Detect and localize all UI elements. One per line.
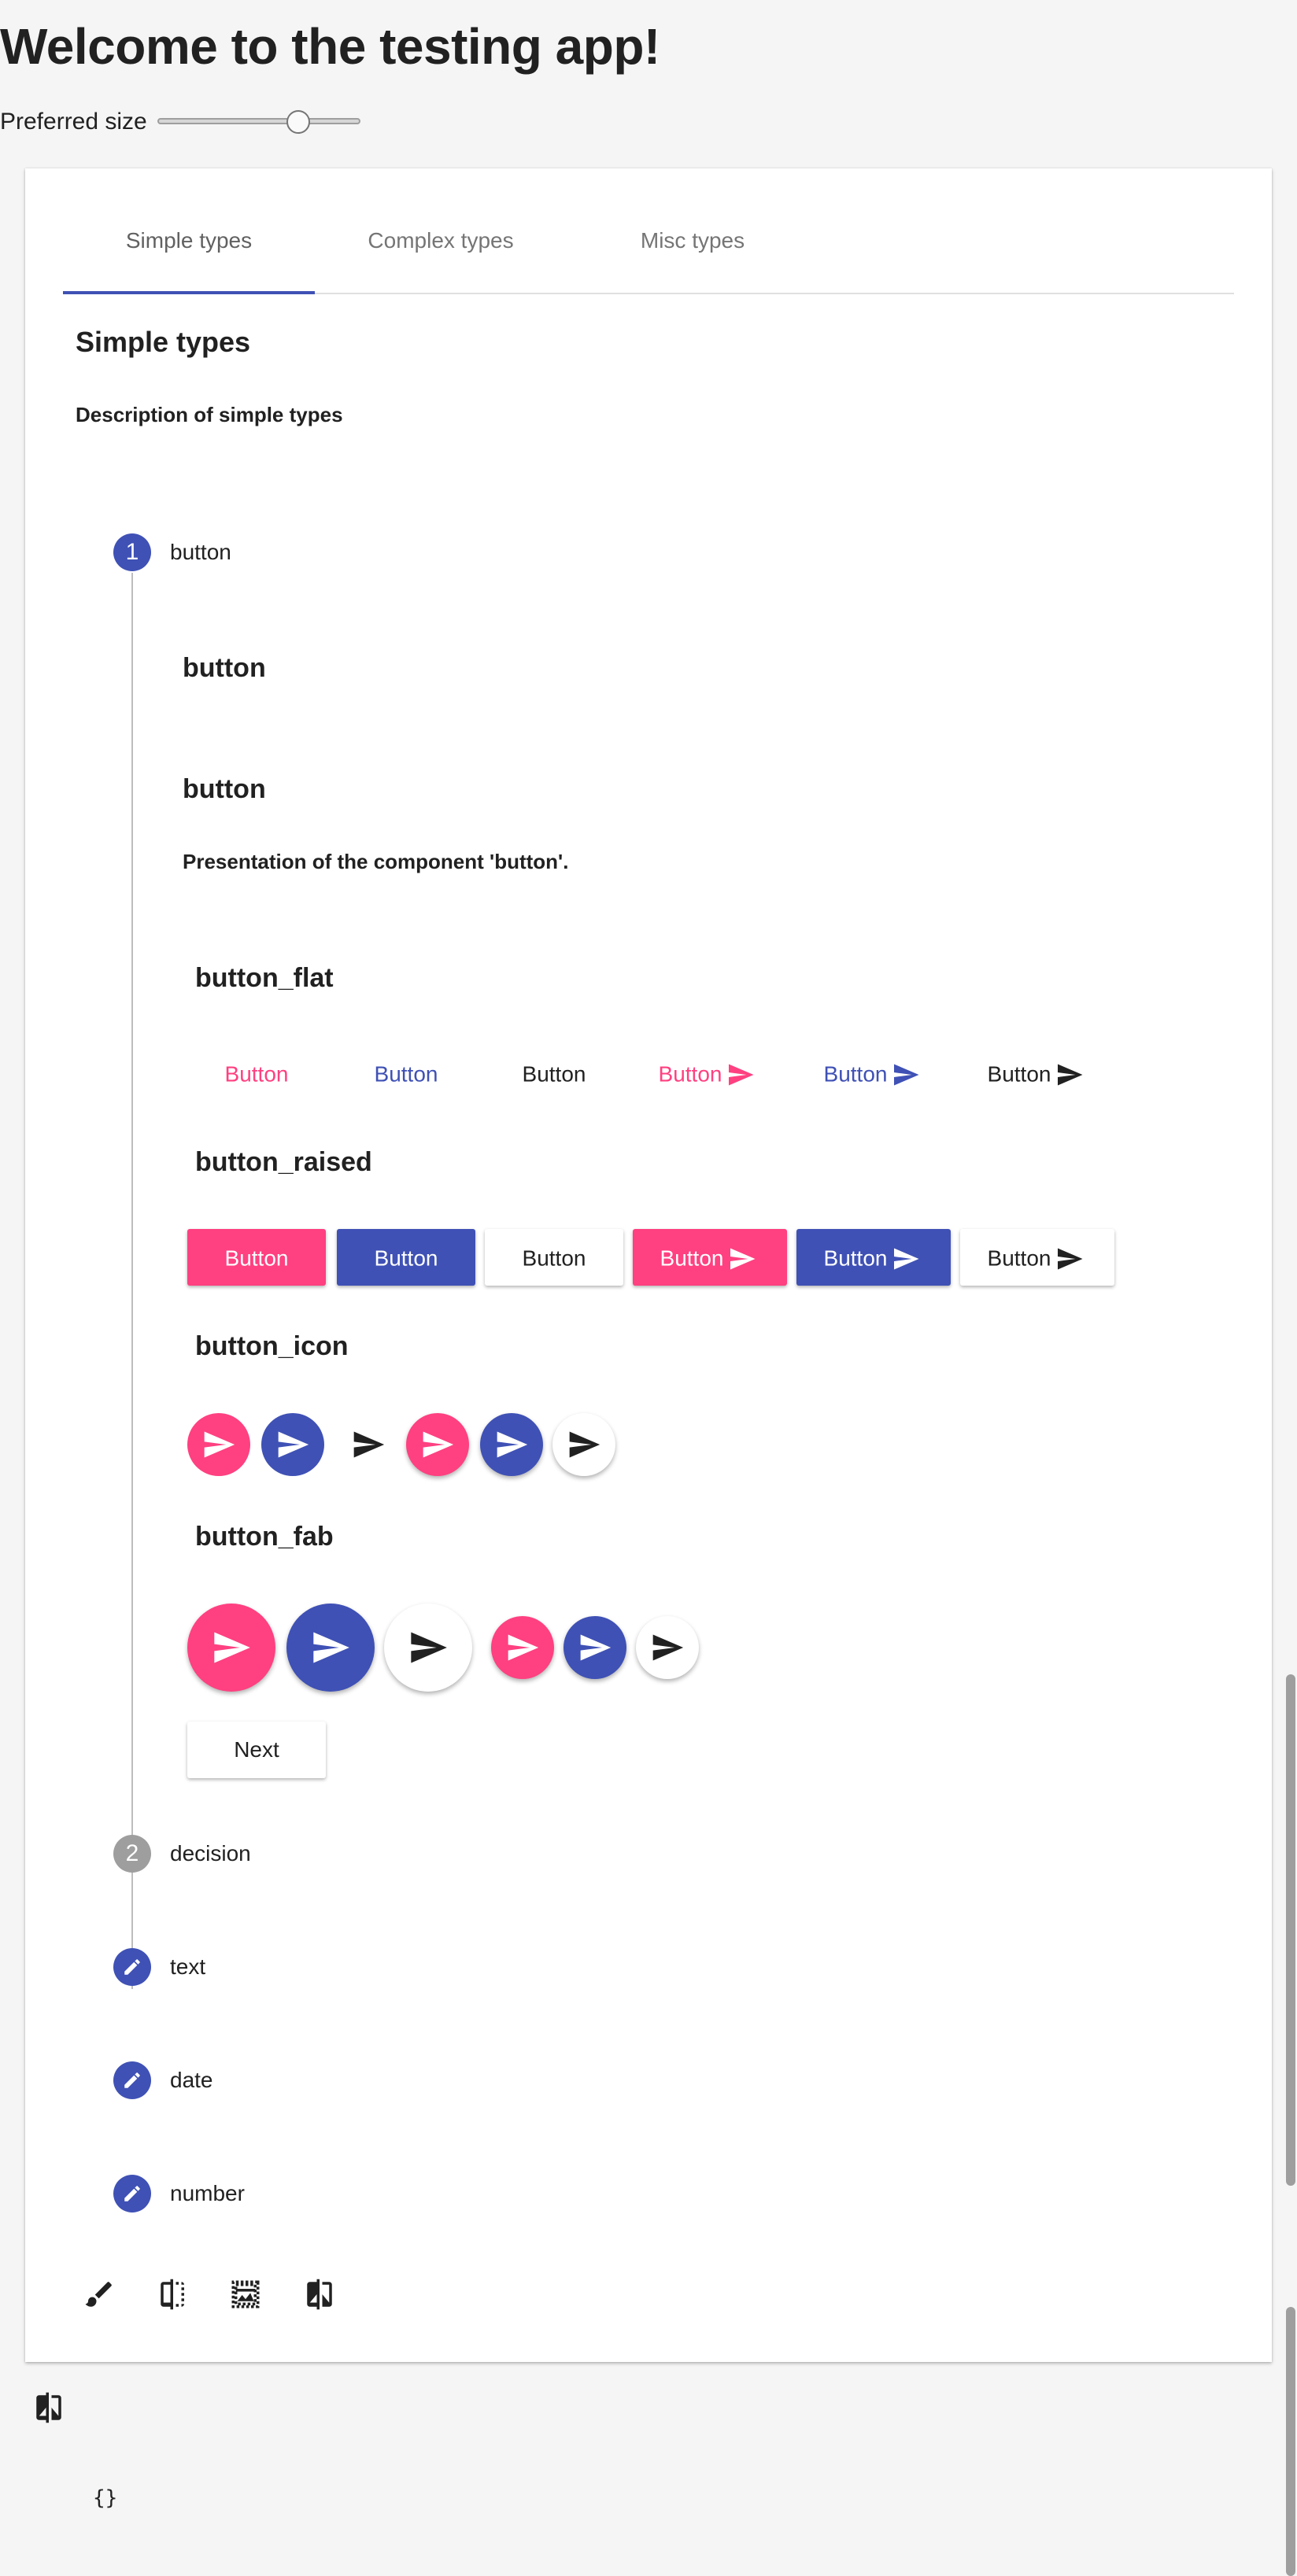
step-3-label[interactable]: text	[170, 1954, 205, 1980]
step-4-label[interactable]: date	[170, 2068, 213, 2093]
fab-mini-blue[interactable]	[564, 1616, 626, 1679]
compare-split-icon[interactable]	[154, 2275, 192, 2313]
flat-button-default[interactable]: Button	[485, 1045, 623, 1102]
next-button[interactable]: Next	[187, 1722, 326, 1778]
send-icon	[1058, 1064, 1083, 1086]
compare-icon[interactable]	[30, 2389, 68, 2427]
raised-button-default[interactable]: Button	[485, 1229, 623, 1286]
slider-track[interactable]	[157, 118, 360, 124]
group-title-icon: button_icon	[195, 1331, 349, 1361]
step-3-indicator[interactable]	[113, 1948, 151, 1986]
send-icon	[313, 1632, 349, 1663]
step-1-indicator[interactable]: 1	[113, 533, 151, 571]
flat-button-pink-with-icon[interactable]: Button	[631, 1045, 785, 1102]
raised-button-default-with-icon[interactable]: Button	[960, 1229, 1114, 1286]
scrollbar-thumb[interactable]	[1286, 1674, 1295, 2186]
flat-button-blue-with-icon[interactable]: Button	[796, 1045, 951, 1102]
flat-button-default-with-icon[interactable]: Button	[960, 1045, 1114, 1102]
send-icon	[580, 1634, 612, 1661]
step-5-label[interactable]: number	[170, 2181, 245, 2206]
pencil-icon	[124, 2072, 140, 2088]
tab-misc-types[interactable]: Misc types	[567, 200, 818, 294]
send-icon	[1058, 1248, 1083, 1270]
compare-icon[interactable]	[301, 2275, 338, 2313]
pencil-icon	[124, 2186, 140, 2201]
step-5-indicator[interactable]	[113, 2175, 151, 2212]
pencil-icon	[124, 1959, 140, 1975]
step-2-indicator[interactable]: 2	[113, 1835, 151, 1873]
step-1-label[interactable]: button	[170, 540, 231, 565]
stepper-connector	[131, 573, 133, 1989]
image-aspect-icon[interactable]	[227, 2275, 264, 2313]
group-title-raised: button_raised	[195, 1147, 372, 1177]
flat-button-blue[interactable]: Button	[337, 1045, 475, 1102]
send-icon	[569, 1431, 600, 1458]
send-icon	[214, 1632, 250, 1663]
send-icon	[423, 1431, 454, 1458]
component-presentation: Presentation of the component 'button'.	[183, 850, 569, 873]
main-card: Simple types Complex types Misc types Si…	[25, 168, 1272, 2362]
slider-thumb[interactable]	[286, 110, 310, 134]
send-icon	[894, 1064, 919, 1086]
brush-icon[interactable]	[80, 2275, 118, 2313]
fab-mini-default[interactable]	[636, 1616, 699, 1679]
raised-button-blue-with-icon[interactable]: Button	[796, 1229, 951, 1286]
send-icon	[353, 1431, 385, 1458]
active-tab-indicator	[63, 291, 315, 294]
group-title-flat: button_flat	[195, 963, 334, 993]
flat-button-pink[interactable]: Button	[187, 1045, 326, 1102]
send-icon	[497, 1431, 528, 1458]
tab-bar: Simple types Complex types Misc types	[63, 200, 1234, 294]
raised-button-pink[interactable]: Button	[187, 1229, 326, 1286]
raised-button-pink-with-icon[interactable]: Button	[633, 1229, 787, 1286]
raised-button-blue[interactable]: Button	[337, 1229, 475, 1286]
json-output: {}	[93, 2486, 118, 2510]
tab-complex-types[interactable]: Complex types	[315, 200, 567, 294]
fab-default[interactable]	[384, 1604, 472, 1692]
fab-blue[interactable]	[286, 1604, 375, 1692]
section-title: Simple types	[76, 326, 251, 358]
send-icon	[894, 1248, 919, 1270]
preferred-size-label: Preferred size	[0, 109, 147, 135]
send-icon	[652, 1634, 684, 1661]
fab-pink[interactable]	[187, 1604, 275, 1692]
icon-button-pink[interactable]	[187, 1413, 250, 1476]
icon-button-blue-raised[interactable]	[480, 1413, 543, 1476]
preferred-size-slider[interactable]	[157, 110, 360, 134]
section-description: Description of simple types	[76, 403, 343, 426]
tab-simple-types[interactable]: Simple types	[63, 200, 315, 294]
send-icon	[411, 1632, 447, 1663]
page-title: Welcome to the testing app!	[0, 18, 660, 75]
icon-button-pink-raised[interactable]	[406, 1413, 469, 1476]
step-heading: button	[183, 653, 266, 683]
send-icon	[729, 1064, 754, 1086]
step-4-indicator[interactable]	[113, 2061, 151, 2099]
send-icon	[278, 1431, 309, 1458]
icon-button-default[interactable]	[337, 1413, 400, 1476]
step-2-label[interactable]: decision	[170, 1841, 251, 1866]
send-icon	[204, 1431, 235, 1458]
component-title: button	[183, 774, 266, 804]
scrollbar-thumb-secondary[interactable]	[1286, 2307, 1295, 2576]
fab-mini-pink[interactable]	[491, 1616, 554, 1679]
send-icon	[508, 1634, 539, 1661]
group-title-fab: button_fab	[195, 1522, 334, 1552]
icon-button-blue[interactable]	[261, 1413, 324, 1476]
icon-button-default-raised[interactable]	[552, 1413, 615, 1476]
send-icon	[730, 1248, 756, 1270]
